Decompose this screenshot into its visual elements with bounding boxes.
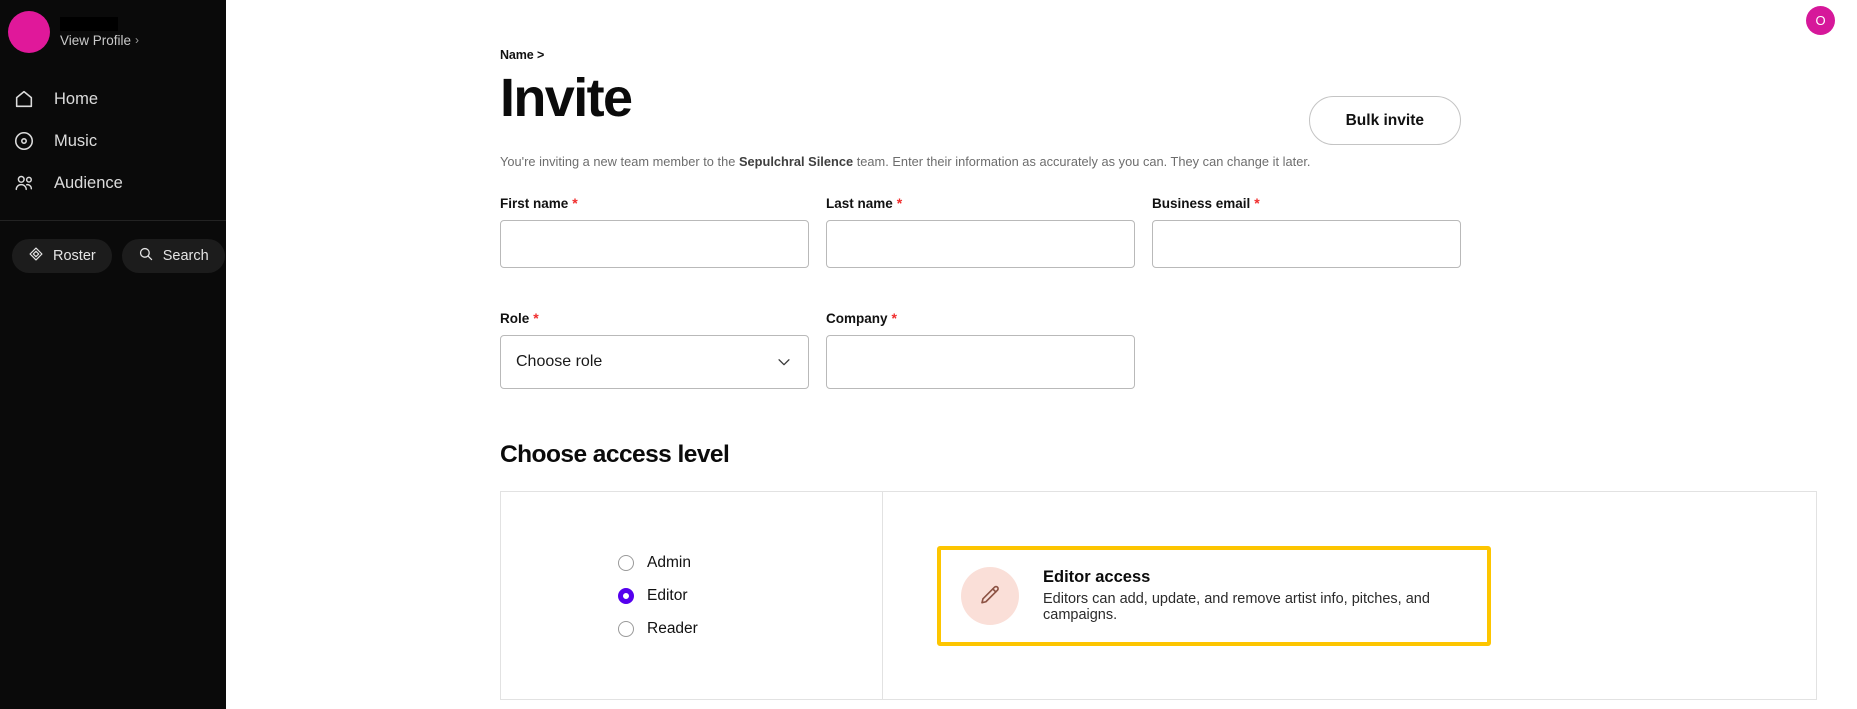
roster-button[interactable]: Roster xyxy=(12,239,112,273)
sidebar-item-label: Home xyxy=(54,89,99,108)
app-root: View Profile › Home Music Audience Roste… xyxy=(0,0,1857,709)
breadcrumb[interactable]: Name > xyxy=(500,48,1857,62)
home-icon xyxy=(12,87,36,111)
field-first-name: First name * xyxy=(500,195,809,268)
people-icon xyxy=(12,171,36,195)
topbar: O xyxy=(226,0,1857,40)
page-title: Invite xyxy=(500,68,633,128)
radio-circle-icon xyxy=(618,620,634,637)
radio-label: Reader xyxy=(647,619,698,637)
role-select[interactable]: Choose role xyxy=(500,335,809,389)
subtitle-part1: You're inviting a new team member to the xyxy=(500,154,739,169)
sidebar-item-label: Audience xyxy=(54,173,123,192)
sidebar-item-music[interactable]: Music xyxy=(0,120,226,162)
sidebar-item-audience[interactable]: Audience xyxy=(0,162,226,204)
required-asterisk: * xyxy=(533,310,539,326)
field-label: First name * xyxy=(500,195,809,211)
radio-label: Editor xyxy=(647,586,688,604)
radio-label: Admin xyxy=(647,553,691,571)
required-asterisk: * xyxy=(1254,195,1260,211)
business-email-input[interactable] xyxy=(1152,220,1461,268)
subtitle-part2: team. Enter their information as accurat… xyxy=(853,154,1311,169)
access-detail-column: Editor access Editors can add, update, a… xyxy=(883,492,1817,700)
view-profile-label: View Profile xyxy=(60,32,132,48)
field-label: Role * xyxy=(500,310,809,326)
label-text: Last name xyxy=(826,195,893,211)
radio-option-admin[interactable]: Admin xyxy=(618,546,882,579)
pencil-icon xyxy=(961,566,1019,625)
profile-text: View Profile › xyxy=(42,16,139,48)
bulk-invite-button[interactable]: Bulk invite xyxy=(1308,96,1461,145)
account-avatar[interactable]: O xyxy=(1806,5,1835,35)
field-company: Company * xyxy=(826,310,1135,389)
view-profile-link[interactable]: View Profile › xyxy=(60,33,139,48)
label-text: Business email xyxy=(1152,195,1251,211)
sidebar-item-home[interactable]: Home xyxy=(0,78,226,120)
roster-label: Roster xyxy=(53,248,96,264)
access-radio-group: Admin Editor Reader xyxy=(500,492,883,700)
role-select-wrap: Choose role xyxy=(500,335,809,389)
search-icon xyxy=(138,246,154,266)
radio-circle-icon xyxy=(618,554,634,571)
required-asterisk: * xyxy=(896,195,903,211)
radio-option-reader[interactable]: Reader xyxy=(618,612,882,645)
label-text: Company xyxy=(826,310,888,326)
page-subtitle: You're inviting a new team member to the… xyxy=(500,154,1857,169)
label-text: First name xyxy=(500,195,569,211)
redacted-user-name xyxy=(60,16,118,31)
last-name-input[interactable] xyxy=(826,220,1135,268)
sidebar-item-label: Music xyxy=(54,131,98,150)
roster-diamond-icon xyxy=(28,246,44,266)
field-label: Business email * xyxy=(1152,195,1461,211)
access-card-text: Editor access Editors can add, update, a… xyxy=(1043,568,1465,623)
field-role: Role * Choose role xyxy=(500,310,809,389)
access-card-description: Editors can add, update, and remove arti… xyxy=(1043,591,1430,623)
title-row: Invite Bulk invite xyxy=(500,68,1857,145)
sidebar-nav: Home Music Audience xyxy=(0,78,226,204)
subtitle-team-name: Sepulchral Silence xyxy=(738,154,854,169)
field-spacer xyxy=(1152,310,1461,389)
access-section-title: Choose access level xyxy=(500,441,730,468)
access-card-title: Editor access xyxy=(1043,568,1151,586)
radio-circle-selected-icon xyxy=(618,587,634,604)
label-text: Role xyxy=(500,310,530,326)
required-asterisk: * xyxy=(891,310,897,326)
search-label: Search xyxy=(162,248,209,264)
field-business-email: Business email * xyxy=(1152,195,1461,268)
form-row-role-company: Role * Choose role Company * xyxy=(500,310,1857,389)
disc-icon xyxy=(12,129,36,153)
first-name-input[interactable] xyxy=(500,220,809,268)
field-last-name: Last name * xyxy=(826,195,1135,268)
sidebar-pill-row: Roster Search xyxy=(0,221,226,273)
content-area: Name > Invite Bulk invite You're invitin… xyxy=(226,48,1857,700)
field-label: Company * xyxy=(826,310,1135,326)
chevron-right-icon: › xyxy=(135,33,140,47)
access-level-panel: Admin Editor Reader Editor access Editor… xyxy=(500,491,1817,700)
field-label: Last name * xyxy=(826,195,1135,211)
editor-access-card[interactable]: Editor access Editors can add, update, a… xyxy=(937,545,1491,646)
company-input[interactable] xyxy=(826,335,1135,389)
chevron-down-icon xyxy=(775,353,793,371)
profile-row[interactable]: View Profile › xyxy=(0,0,226,64)
radio-option-editor[interactable]: Editor xyxy=(618,579,882,612)
sidebar: View Profile › Home Music Audience Roste… xyxy=(0,0,226,709)
required-asterisk: * xyxy=(572,195,578,211)
form-row-names: First name * Last name * Business email xyxy=(500,195,1857,268)
role-selected-value: Choose role xyxy=(516,353,603,370)
main-content: O Name > Invite Bulk invite You're invit… xyxy=(226,0,1857,709)
search-button[interactable]: Search xyxy=(121,239,225,273)
